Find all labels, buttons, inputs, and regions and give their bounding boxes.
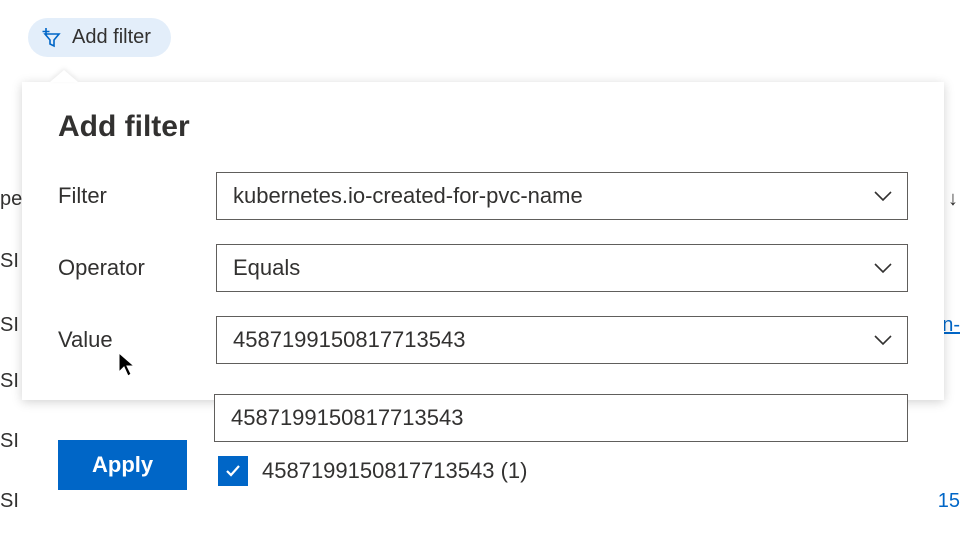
checkbox-checked[interactable] (218, 456, 248, 486)
value-select[interactable]: 4587199150817713543 (216, 316, 908, 364)
apply-button[interactable]: Apply (58, 440, 187, 490)
value-option-label: 4587199150817713543 (1) (262, 458, 527, 484)
check-icon (224, 462, 242, 480)
chevron-down-icon (873, 334, 893, 346)
filter-add-icon (42, 28, 64, 48)
operator-select-value: Equals (233, 255, 300, 281)
bg-link[interactable]: 15 (938, 490, 960, 513)
bg-row: SI (0, 370, 19, 393)
bg-col-header: pe (0, 188, 22, 211)
add-filter-pill[interactable]: Add filter (28, 18, 171, 57)
value-select-value: 4587199150817713543 (233, 327, 465, 353)
bg-row: SI (0, 314, 19, 337)
filter-select-value: kubernetes.io-created-for-pvc-name (233, 183, 583, 209)
chevron-down-icon (873, 262, 893, 274)
operator-label: Operator (58, 255, 216, 281)
bg-link[interactable]: n- (942, 314, 960, 337)
operator-select[interactable]: Equals (216, 244, 908, 292)
add-filter-pill-label: Add filter (72, 26, 151, 49)
chevron-down-icon (873, 190, 893, 202)
value-option-row[interactable]: 4587199150817713543 (1) (214, 442, 908, 492)
bg-sort-arrow: ↓ (948, 188, 958, 211)
value-dropdown-panel: 4587199150817713543 (1) (214, 394, 908, 492)
bg-row: SI (0, 490, 19, 513)
popover-title: Add filter (58, 110, 908, 144)
add-filter-popover: Add filter Filter kubernetes.io-created-… (22, 82, 944, 400)
bg-row: SI (0, 430, 19, 453)
bg-row: SI (0, 250, 19, 273)
filter-label: Filter (58, 183, 216, 209)
value-label: Value (58, 327, 216, 353)
filter-select[interactable]: kubernetes.io-created-for-pvc-name (216, 172, 908, 220)
value-search-input[interactable] (214, 394, 908, 442)
